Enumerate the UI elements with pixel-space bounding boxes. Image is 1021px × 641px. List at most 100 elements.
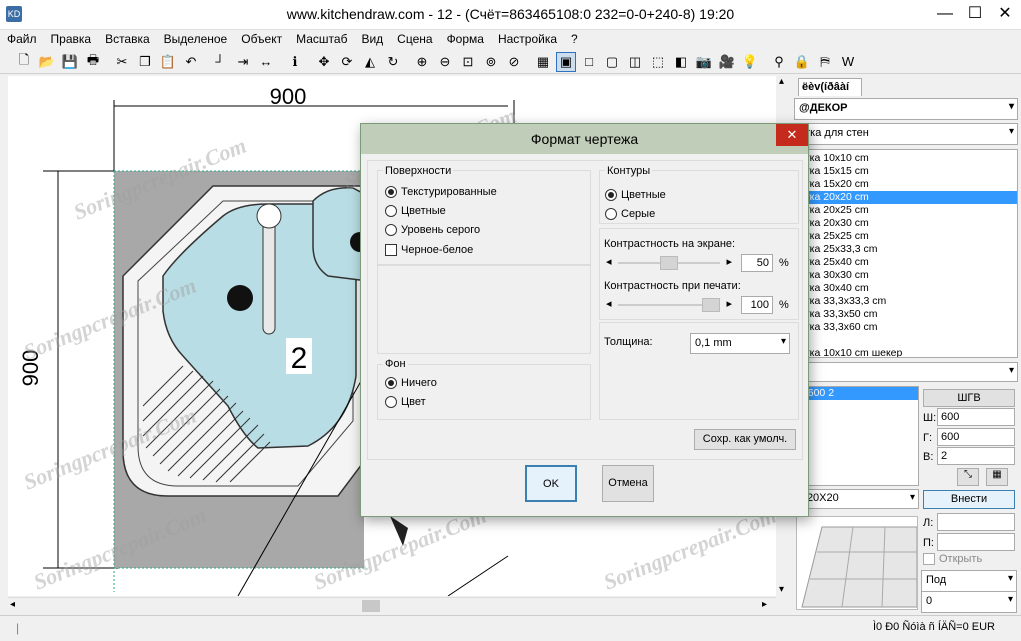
list-item[interactable]: итка 10х10 cm шекер [795, 347, 1017, 357]
slider-thumb[interactable] [702, 298, 720, 312]
zoom-window-icon[interactable]: ⊡ [458, 52, 478, 72]
box-view-icon[interactable]: ⬚ [648, 52, 668, 72]
grid-icon[interactable]: ▦ [986, 468, 1008, 486]
category-combo[interactable]: итка для стен ▾ [794, 123, 1018, 145]
list-item[interactable]: итка 33,3х50 cm [795, 308, 1017, 321]
drawing-format-icon[interactable]: ▣ [556, 51, 576, 72]
radio-option[interactable]: Цвет [385, 396, 426, 408]
item-list[interactable]: итка 10х10 cm итка 15х15 cm итка 15х20 cm и… [794, 149, 1018, 358]
menu-item-3[interactable]: Выделеное [157, 30, 235, 50]
slider-right-icon[interactable]: ▸ [726, 255, 732, 268]
menu-item-0[interactable]: Файл [0, 30, 44, 50]
save-icon[interactable]: 💾 [60, 52, 80, 72]
slider-right-icon[interactable]: ▸ [726, 297, 732, 310]
perspective-icon[interactable]: ◫ [625, 52, 645, 72]
close-window-button[interactable]: ✕ [985, 0, 1021, 30]
list-item[interactable]: итка 20х30 cm [795, 217, 1017, 230]
wall-tool-icon[interactable]: ┘ [210, 52, 230, 72]
radio-option[interactable]: Цветные [605, 189, 666, 201]
scroll-down-icon[interactable]: ▾ [779, 584, 784, 595]
undo-icon[interactable]: ↶ [181, 52, 201, 72]
iso-view-icon[interactable]: ◧ [671, 52, 691, 72]
cancel-button[interactable]: Отмена [602, 465, 654, 502]
list-item[interactable]: итка 25х33,3 cm [795, 243, 1017, 256]
radio-option[interactable]: Серые [605, 208, 655, 220]
radio-option[interactable]: Уровень серого [385, 224, 480, 236]
scroll-thumb[interactable] [362, 600, 380, 612]
catalog-combo[interactable]: @ДЕКОР ▾ [794, 98, 1018, 120]
elevation-icon[interactable]: □ [579, 52, 599, 72]
plan-view-icon[interactable]: ▦ [533, 52, 553, 72]
dialog-close-button[interactable]: ✕ [776, 124, 808, 146]
sgv-button[interactable]: ШГВ [923, 389, 1015, 407]
print-icon[interactable]: 🖶 [83, 52, 103, 72]
zoom-in-icon[interactable]: ⊕ [412, 52, 432, 72]
new-icon[interactable]: 🗋 [14, 52, 34, 72]
render-icon[interactable]: W [838, 52, 858, 72]
info-icon[interactable]: ℹ [285, 52, 305, 72]
dimension-icon[interactable]: ↔ [256, 52, 276, 72]
list-item[interactable]: итка 10х10 cm [795, 152, 1017, 165]
symbol-icon[interactable]: ⛿ [815, 52, 835, 72]
list-item[interactable]: итка 15х15 cm [795, 165, 1017, 178]
insert-button[interactable]: Внести [923, 490, 1015, 509]
bw-checkbox[interactable]: Черное-белое [385, 244, 473, 256]
slider-left-icon[interactable]: ◂ [606, 297, 612, 310]
hierarchy-icon[interactable]: ⚲ [769, 52, 789, 72]
menu-item-2[interactable]: Вставка [98, 30, 157, 50]
save-default-button[interactable]: Сохр. как умолч. [694, 429, 796, 450]
wall-view-icon[interactable]: ▢ [602, 52, 622, 72]
slider-thumb[interactable] [660, 256, 678, 270]
list-item[interactable]: итка 15х20 cm [795, 178, 1017, 191]
rotate-right-icon[interactable]: ↻ [383, 52, 403, 72]
list-item[interactable]: итка 30х40 cm [795, 282, 1017, 295]
zoom-out-icon[interactable]: ⊖ [435, 52, 455, 72]
radio-option[interactable]: Ничего [385, 377, 437, 389]
menu-item-1[interactable]: Правка [44, 30, 99, 50]
zoom-all-icon[interactable]: ⊚ [481, 52, 501, 72]
list-item[interactable]: итка 20х20 cm [795, 191, 1017, 204]
menu-item-7[interactable]: Сцена [390, 30, 439, 50]
open-icon[interactable]: 📂 [37, 52, 57, 72]
horizontal-scrollbar[interactable]: ◂ ▸ [8, 597, 776, 613]
print-contrast-field[interactable]: 100 [741, 296, 773, 314]
rotate-icon[interactable]: ⟳ [337, 52, 357, 72]
menu-item-9[interactable]: Настройка [491, 30, 564, 50]
camera2-icon[interactable]: 🎥 [717, 52, 737, 72]
zoom-prev-icon[interactable]: ⊘ [504, 52, 524, 72]
menu-item-4[interactable]: Объект [234, 30, 289, 50]
list-item[interactable]: итка 33,3х33,3 cm [795, 295, 1017, 308]
list-item[interactable]: итка 25х25 cm [795, 230, 1017, 243]
print-contrast-slider[interactable]: ◂ ▸ [604, 296, 734, 314]
height-field[interactable]: 2 [937, 447, 1015, 465]
menu-item-10[interactable]: ? [564, 30, 585, 50]
resize-icon[interactable]: ⤡ [957, 468, 979, 486]
floor-combo[interactable]: Под ▾ [921, 570, 1017, 592]
list-item[interactable] [795, 334, 1017, 347]
list-item[interactable]: итка 33,3х60 cm [795, 321, 1017, 334]
mirror-icon[interactable]: ◭ [360, 52, 380, 72]
l-field[interactable] [937, 513, 1015, 531]
depth-field[interactable]: 600 [937, 428, 1015, 446]
floor-value-combo[interactable]: 0 ▾ [921, 591, 1017, 613]
scroll-left-icon[interactable]: ◂ [10, 599, 15, 610]
ok-button[interactable]: OK [525, 465, 577, 502]
paste-icon[interactable]: 📋 [158, 52, 178, 72]
menu-item-6[interactable]: Вид [354, 30, 390, 50]
scroll-right-icon[interactable]: ▸ [762, 599, 767, 610]
scroll-up-icon[interactable]: ▴ [779, 76, 784, 87]
screen-contrast-slider[interactable]: ◂ ▸ [604, 254, 734, 272]
panel-tab[interactable]: ëèv(íðâàí [798, 78, 862, 96]
open-checkbox[interactable]: Открыть [923, 553, 982, 565]
list-item[interactable]: итка 30х30 cm [795, 269, 1017, 282]
p-field[interactable] [937, 533, 1015, 551]
light-icon[interactable]: 💡 [740, 52, 760, 72]
reference-combo[interactable]: R20X20 ▾ [794, 489, 919, 509]
slider-left-icon[interactable]: ◂ [606, 255, 612, 268]
camera-icon[interactable]: 📷 [694, 52, 714, 72]
cut-icon[interactable]: ✂ [112, 52, 132, 72]
door-tool-icon[interactable]: ⇥ [233, 52, 253, 72]
copy-icon[interactable]: ❐ [135, 52, 155, 72]
variant-combo[interactable]: ▾ [794, 362, 1018, 382]
list-item[interactable]: итка 20х25 cm [795, 204, 1017, 217]
